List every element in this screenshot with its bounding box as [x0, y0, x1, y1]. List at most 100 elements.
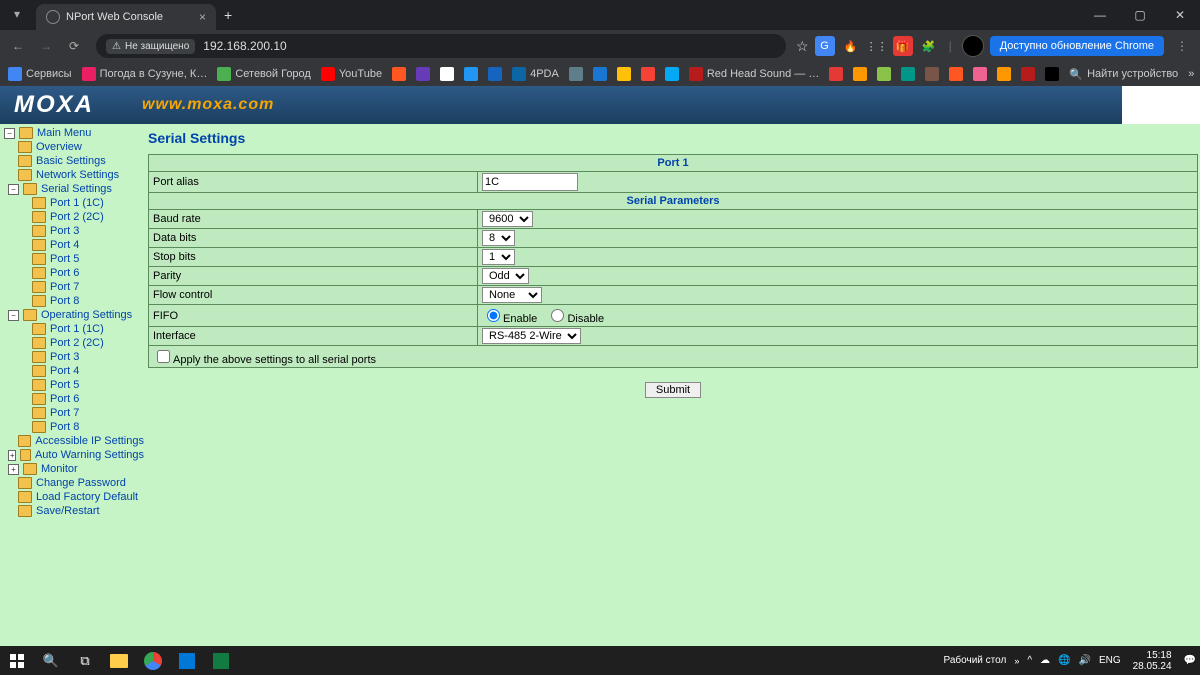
- excel-icon[interactable]: [204, 646, 238, 675]
- browser-tab[interactable]: NPort Web Console ×: [36, 4, 216, 30]
- close-icon[interactable]: ×: [199, 10, 206, 24]
- bookmark-item[interactable]: [1045, 67, 1059, 81]
- file-explorer-icon[interactable]: [102, 646, 136, 675]
- sidebar-operating-port-7[interactable]: Port 7: [4, 406, 144, 420]
- bookmark-youtube[interactable]: YouTube: [321, 67, 382, 81]
- sidebar-load-factory[interactable]: Load Factory Default: [4, 490, 144, 504]
- update-chrome-button[interactable]: Доступно обновление Chrome: [990, 36, 1164, 56]
- sidebar-basic-settings[interactable]: Basic Settings: [4, 154, 144, 168]
- interface-select[interactable]: RS-485 2-Wire: [482, 328, 581, 344]
- bookmark-item[interactable]: [416, 67, 430, 81]
- volume-icon[interactable]: 🔊: [1078, 655, 1090, 666]
- desktop-label[interactable]: Рабочий стол: [944, 655, 1007, 666]
- flow-control-select[interactable]: None: [482, 287, 542, 303]
- bookmark-weather[interactable]: Погода в Сузуне, К…: [82, 67, 208, 81]
- chevron-up-icon[interactable]: »: [1014, 656, 1019, 666]
- bookmark-netcity[interactable]: Сетевой Город: [217, 67, 311, 81]
- tray-chevron-icon[interactable]: ^: [1027, 655, 1032, 666]
- data-bits-select[interactable]: 8: [482, 230, 515, 246]
- sidebar-operating-settings[interactable]: −Operating Settings: [4, 308, 144, 322]
- profile-avatar[interactable]: [962, 35, 984, 57]
- sidebar-serial-settings[interactable]: −Serial Settings: [4, 182, 144, 196]
- sidebar-operating-port-3[interactable]: Port 3: [4, 350, 144, 364]
- submit-button[interactable]: [645, 382, 701, 398]
- sidebar-serial-port-5[interactable]: Port 5: [4, 252, 144, 266]
- sidebar-operating-port-5[interactable]: Port 5: [4, 378, 144, 392]
- fifo-disable-radio[interactable]: [551, 309, 564, 322]
- bookmark-item[interactable]: [1021, 67, 1035, 81]
- menu-icon[interactable]: ⋮: [1170, 34, 1194, 58]
- new-tab-button[interactable]: +: [224, 7, 232, 23]
- fifo-disable-option[interactable]: Disable: [546, 313, 604, 325]
- reload-button[interactable]: ⟳: [62, 34, 86, 58]
- minimize-button[interactable]: —: [1080, 0, 1120, 30]
- sidebar-network-settings[interactable]: Network Settings: [4, 168, 144, 182]
- bookmark-item[interactable]: [617, 67, 631, 81]
- sidebar-serial-port-2[interactable]: Port 2 (2C): [4, 210, 144, 224]
- overflow-icon[interactable]: »: [1188, 68, 1194, 80]
- sidebar-overview[interactable]: Overview: [4, 140, 144, 154]
- notifications-icon[interactable]: 💬: [1184, 655, 1196, 666]
- cloud-icon[interactable]: ☁: [1040, 655, 1050, 666]
- sidebar-operating-port-2[interactable]: Port 2 (2C): [4, 336, 144, 350]
- sidebar-serial-port-7[interactable]: Port 7: [4, 280, 144, 294]
- sidebar-change-password[interactable]: Change Password: [4, 476, 144, 490]
- google-translate-icon[interactable]: G: [815, 36, 835, 56]
- fifo-enable-radio[interactable]: [487, 309, 500, 322]
- task-view-button[interactable]: ⧉: [68, 646, 102, 675]
- sidebar-serial-port-8[interactable]: Port 8: [4, 294, 144, 308]
- start-button[interactable]: [0, 646, 34, 675]
- bookmark-item[interactable]: [392, 67, 406, 81]
- sidebar-operating-port-6[interactable]: Port 6: [4, 392, 144, 406]
- bookmark-item[interactable]: [569, 67, 583, 81]
- sidebar-serial-port-1[interactable]: Port 1 (1C): [4, 196, 144, 210]
- sidebar-operating-port-1[interactable]: Port 1 (1C): [4, 322, 144, 336]
- bookmark-4pda[interactable]: 4PDA: [512, 67, 559, 81]
- bookmark-item[interactable]: [925, 67, 939, 81]
- bookmark-item[interactable]: [949, 67, 963, 81]
- port-alias-input[interactable]: [482, 173, 578, 191]
- apply-all-checkbox[interactable]: [157, 350, 170, 363]
- sidebar-auto-warning[interactable]: +Auto Warning Settings: [4, 448, 144, 462]
- expand-icon[interactable]: +: [8, 450, 16, 461]
- maximize-button[interactable]: ▢: [1120, 0, 1160, 30]
- bookmark-services[interactable]: Сервисы: [8, 67, 72, 81]
- parity-select[interactable]: Odd: [482, 268, 529, 284]
- bookmark-find-devices[interactable]: 🔍Найти устройство: [1069, 68, 1178, 81]
- bookmark-item[interactable]: [901, 67, 915, 81]
- expand-icon[interactable]: +: [8, 464, 19, 475]
- stop-bits-select[interactable]: 1: [482, 249, 515, 265]
- bookmark-item[interactable]: [464, 67, 478, 81]
- sidebar-main-menu[interactable]: −Main Menu: [4, 126, 144, 140]
- not-secure-badge[interactable]: ⚠ Не защищено: [106, 39, 195, 54]
- bookmark-item[interactable]: [997, 67, 1011, 81]
- bookmark-star-icon[interactable]: ☆: [796, 38, 809, 55]
- bookmark-item[interactable]: [641, 67, 655, 81]
- sidebar-operating-port-4[interactable]: Port 4: [4, 364, 144, 378]
- close-button[interactable]: ✕: [1160, 0, 1200, 30]
- bookmark-item[interactable]: [973, 67, 987, 81]
- sidebar-serial-port-4[interactable]: Port 4: [4, 238, 144, 252]
- bookmark-item[interactable]: [665, 67, 679, 81]
- collapse-icon[interactable]: −: [4, 128, 15, 139]
- bookmark-item[interactable]: [593, 67, 607, 81]
- forward-button[interactable]: →: [34, 34, 58, 58]
- fifo-enable-option[interactable]: Enable: [482, 313, 537, 325]
- system-clock[interactable]: 15:18 28.05.24: [1129, 650, 1176, 672]
- extensions-menu-icon[interactable]: 🧩: [919, 36, 939, 56]
- bookmark-item[interactable]: [877, 67, 891, 81]
- extension-icon[interactable]: ⋮⋮: [867, 36, 887, 56]
- baud-rate-select[interactable]: 9600: [482, 211, 533, 227]
- address-bar[interactable]: ⚠ Не защищено 192.168.200.10: [96, 34, 786, 58]
- apply-all-option[interactable]: Apply the above settings to all serial p…: [153, 354, 376, 366]
- sidebar-serial-port-6[interactable]: Port 6: [4, 266, 144, 280]
- extension-icon[interactable]: 🎁: [893, 36, 913, 56]
- sidebar-save-restart[interactable]: Save/Restart: [4, 504, 144, 518]
- bookmark-item[interactable]: [440, 67, 454, 81]
- chrome-icon[interactable]: [136, 646, 170, 675]
- calculator-icon[interactable]: [170, 646, 204, 675]
- sidebar-monitor[interactable]: +Monitor: [4, 462, 144, 476]
- bookmark-item[interactable]: [488, 67, 502, 81]
- search-button[interactable]: 🔍: [34, 646, 68, 675]
- extension-icon[interactable]: 🔥: [841, 36, 861, 56]
